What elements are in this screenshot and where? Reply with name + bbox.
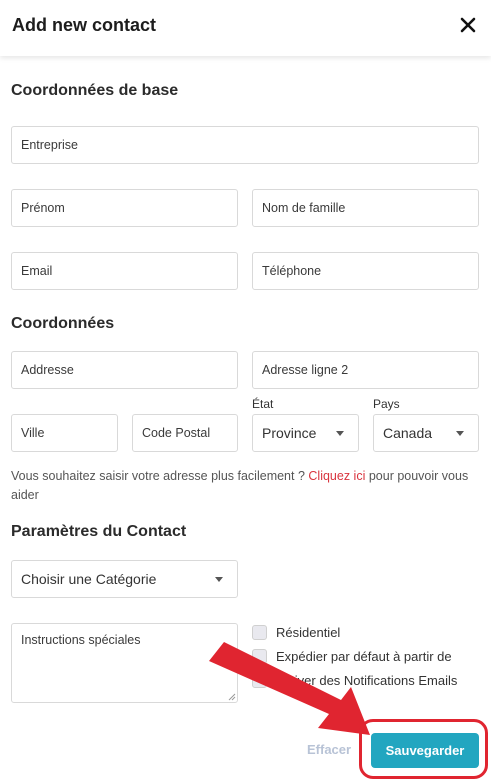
clear-button[interactable]: Effacer — [307, 742, 351, 757]
annotation-arrow-icon — [209, 642, 370, 735]
save-button[interactable]: Sauvegarder — [371, 733, 479, 768]
